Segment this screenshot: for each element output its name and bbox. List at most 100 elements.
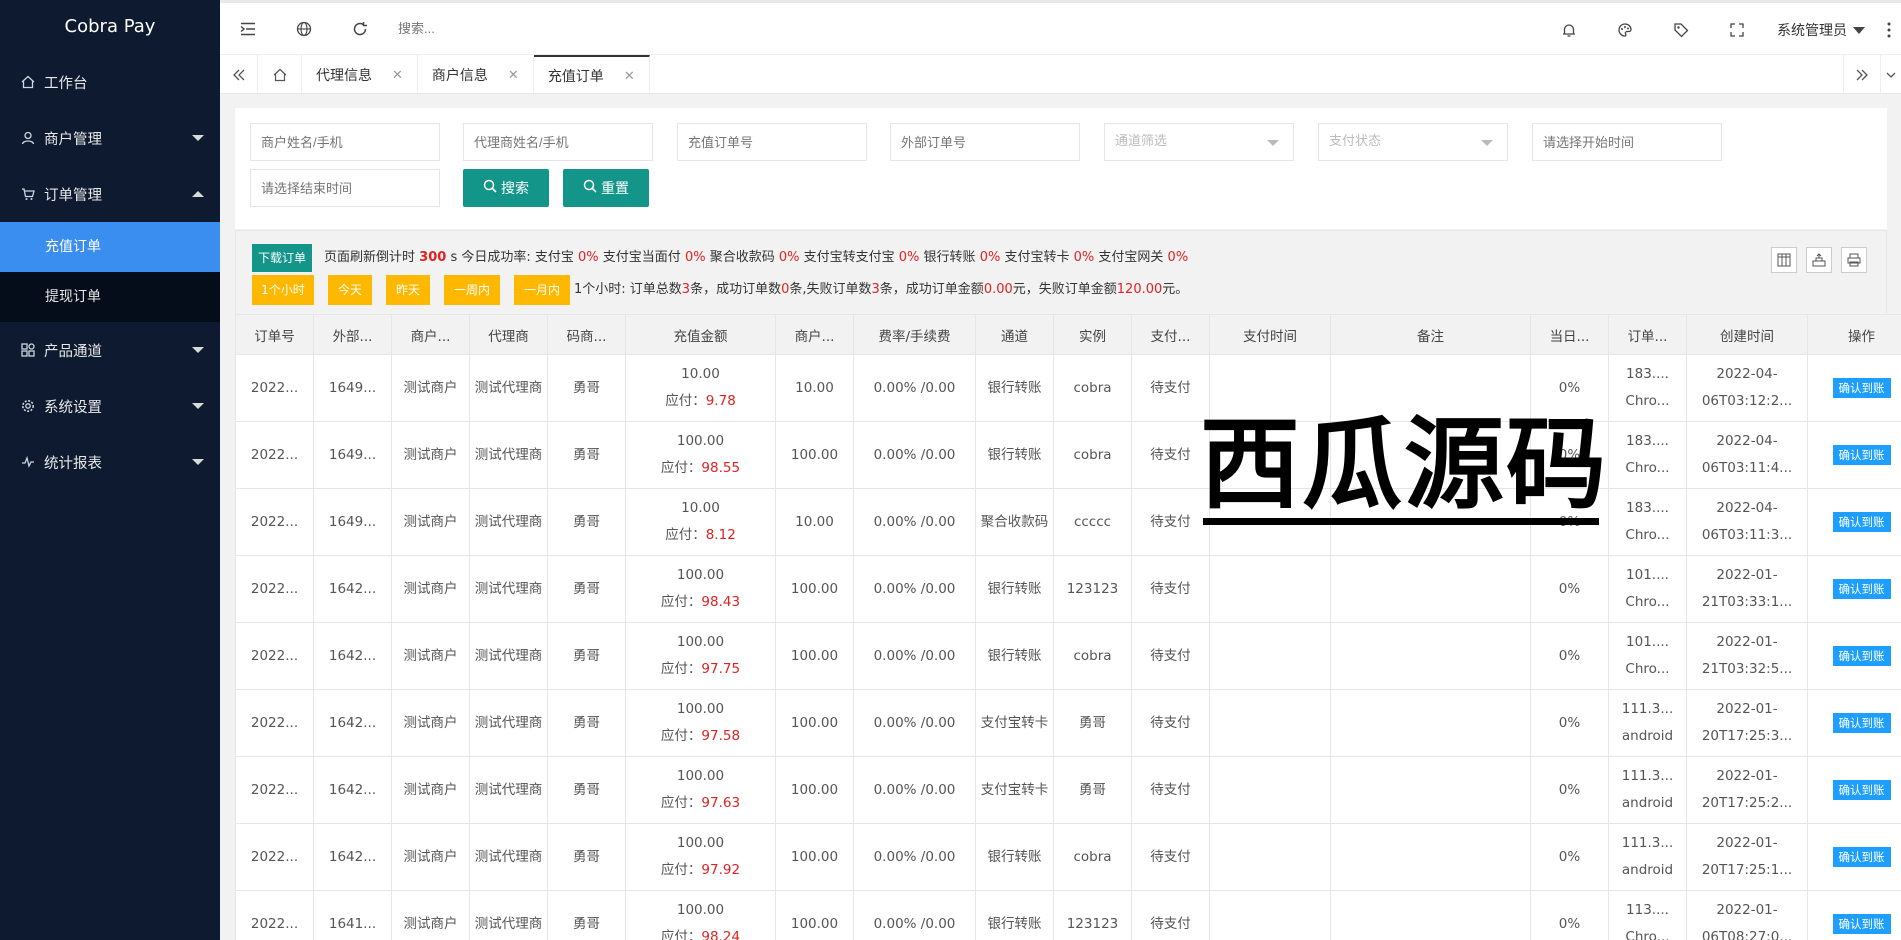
col-header[interactable]: 费率/手续费 bbox=[853, 314, 976, 355]
bell-icon[interactable] bbox=[1541, 3, 1597, 57]
search-button[interactable]: 搜索 bbox=[463, 169, 549, 207]
order-info-line: 101.... bbox=[1626, 634, 1669, 650]
col-header[interactable]: 通道 bbox=[975, 314, 1054, 355]
confirm-received-button[interactable]: 确认到账 bbox=[1832, 846, 1891, 867]
created-time-cell: 2022-01- 21T03:32:5... bbox=[1686, 622, 1808, 690]
more-vertical-icon[interactable] bbox=[1877, 3, 1901, 57]
confirm-received-button[interactable]: 确认到账 bbox=[1832, 444, 1891, 465]
col-header[interactable]: 支付时间 bbox=[1209, 314, 1331, 355]
pay-status-select[interactable]: 支付状态 bbox=[1318, 123, 1508, 161]
table-row[interactable]: 2022... 1649... 测试商户 测试代理商 勇哥 10.00 应付：8.12 10.… bbox=[235, 488, 1901, 556]
confirm-received-button[interactable]: 确认到账 bbox=[1832, 578, 1891, 599]
tabs-dropdown-icon[interactable] bbox=[1881, 55, 1901, 95]
quick-yesterday-button[interactable]: 昨天 bbox=[386, 275, 430, 305]
table-row[interactable]: 2022... 1642... 测试商户 测试代理商 勇哥 100.00 应付：97.63 1… bbox=[235, 756, 1901, 824]
quick-month-button[interactable]: 一月内 bbox=[514, 275, 570, 305]
sidebar-item-reports[interactable]: 统计报表 bbox=[0, 434, 220, 490]
col-header[interactable]: 备注 bbox=[1330, 314, 1531, 355]
col-header[interactable]: 外部... bbox=[313, 314, 392, 355]
fullscreen-icon[interactable] bbox=[1709, 3, 1765, 57]
close-icon[interactable]: ✕ bbox=[392, 68, 403, 83]
col-header[interactable]: 创建时间 bbox=[1686, 314, 1808, 355]
col-header[interactable]: 当日... bbox=[1530, 314, 1609, 355]
table-row[interactable]: 2022... 1642... 测试商户 测试代理商 勇哥 100.00 应付：98.43 1… bbox=[235, 555, 1901, 623]
sidebar-subitem-withdraw-orders[interactable]: 提现订单 bbox=[0, 272, 220, 322]
confirm-received-button[interactable]: 确认到账 bbox=[1832, 712, 1891, 733]
order-info-line: Chro... bbox=[1625, 929, 1670, 940]
reset-button[interactable]: 重置 bbox=[563, 169, 649, 207]
end-time-input[interactable] bbox=[250, 169, 440, 207]
agent-cell: 测试代理商 bbox=[469, 689, 548, 757]
sidebar-item-settings[interactable]: 系统设置 bbox=[0, 378, 220, 434]
print-icon[interactable] bbox=[1841, 247, 1867, 273]
order-no-input[interactable] bbox=[677, 123, 867, 161]
search-input[interactable] bbox=[398, 21, 698, 36]
external-order-input[interactable] bbox=[890, 123, 1080, 161]
table-row[interactable]: 2022... 1642... 测试商户 测试代理商 勇哥 100.00 应付：97.58 1… bbox=[235, 689, 1901, 757]
payable-amount: 97.58 bbox=[701, 728, 741, 744]
col-header[interactable]: 实例 bbox=[1053, 314, 1132, 355]
action-cell: 确认到账 bbox=[1807, 622, 1901, 690]
table-row[interactable]: 2022... 1649... 测试商户 测试代理商 勇哥 100.00 应付：98.55 1… bbox=[235, 421, 1901, 489]
sidebar: Cobra Pay 工作台 商户管理 订单管理 充值订单 提现订单 产品通道 系… bbox=[0, 0, 220, 940]
refresh-icon[interactable] bbox=[332, 2, 388, 56]
sidebar-item-orders[interactable]: 订单管理 bbox=[0, 166, 220, 222]
tabs-scroll-left-icon[interactable] bbox=[220, 55, 258, 95]
tab-agent-info[interactable]: 代理信息 ✕ bbox=[302, 55, 418, 95]
confirm-received-button[interactable]: 确认到账 bbox=[1832, 511, 1891, 532]
columns-filter-icon[interactable] bbox=[1771, 247, 1797, 273]
pay-time-cell bbox=[1209, 555, 1331, 623]
quick-week-button[interactable]: 一周内 bbox=[444, 275, 500, 305]
channel-select[interactable]: 通道筛选 bbox=[1104, 123, 1294, 161]
amount-cell: 100.00 应付：97.92 bbox=[625, 823, 776, 891]
created-time-line: 06T08:27:0... bbox=[1701, 929, 1793, 940]
col-header[interactable]: 订单号 bbox=[235, 314, 314, 355]
close-icon[interactable]: ✕ bbox=[624, 69, 635, 84]
admin-menu[interactable]: 系统管理员 bbox=[1765, 20, 1877, 40]
agent-filter-input[interactable] bbox=[463, 123, 653, 161]
col-header[interactable]: 订单... bbox=[1608, 314, 1687, 355]
col-header[interactable]: 操作 bbox=[1807, 314, 1901, 355]
col-header[interactable]: 支付... bbox=[1131, 314, 1210, 355]
menu-toggle-icon[interactable] bbox=[220, 2, 276, 56]
quick-1hour-button[interactable]: 1个小时 bbox=[252, 275, 314, 305]
instance-cell: cobra bbox=[1053, 622, 1132, 690]
tab-home-icon[interactable] bbox=[258, 55, 302, 95]
confirm-received-button[interactable]: 确认到账 bbox=[1832, 779, 1891, 800]
globe-icon[interactable] bbox=[276, 2, 332, 56]
col-header[interactable]: 代理商 bbox=[469, 314, 548, 355]
palette-icon[interactable] bbox=[1597, 3, 1653, 57]
sidebar-item-merchant[interactable]: 商户管理 bbox=[0, 110, 220, 166]
table-row[interactable]: 2022... 1642... 测试商户 测试代理商 勇哥 100.00 应付：97.75 1… bbox=[235, 622, 1901, 690]
order-info-line: 183.... bbox=[1626, 433, 1669, 449]
tab-recharge-orders[interactable]: 充值订单 ✕ bbox=[533, 55, 650, 95]
created-time-line: 2022-01- bbox=[1716, 768, 1778, 784]
tab-merchant-info[interactable]: 商户信息 ✕ bbox=[418, 55, 534, 95]
instance-cell: 123123 bbox=[1053, 890, 1132, 940]
created-time-line: 20T17:25:2... bbox=[1701, 795, 1793, 811]
export-icon[interactable] bbox=[1806, 247, 1832, 273]
col-header[interactable]: 商户... bbox=[391, 314, 470, 355]
close-icon[interactable]: ✕ bbox=[508, 68, 519, 83]
sidebar-item-workbench[interactable]: 工作台 bbox=[0, 54, 220, 110]
download-orders-button[interactable]: 下载订单 bbox=[252, 244, 313, 272]
payable-amount: 98.24 bbox=[701, 929, 741, 940]
coder-cell: 勇哥 bbox=[547, 756, 626, 824]
merchant-filter-input[interactable] bbox=[250, 123, 440, 161]
merch-amount-cell: 10.00 bbox=[775, 488, 854, 556]
sidebar-item-channels[interactable]: 产品通道 bbox=[0, 322, 220, 378]
table-row[interactable]: 2022... 1641... 测试商户 测试代理商 勇哥 100.00 应付：98.24 1… bbox=[235, 890, 1901, 940]
col-header[interactable]: 充值金额 bbox=[625, 314, 776, 355]
sidebar-subitem-recharge-orders[interactable]: 充值订单 bbox=[0, 222, 220, 272]
confirm-received-button[interactable]: 确认到账 bbox=[1832, 645, 1891, 666]
col-header[interactable]: 商户... bbox=[775, 314, 854, 355]
table-row[interactable]: 2022... 1642... 测试商户 测试代理商 勇哥 100.00 应付：97.92 1… bbox=[235, 823, 1901, 891]
confirm-received-button[interactable]: 确认到账 bbox=[1832, 377, 1891, 398]
col-header[interactable]: 码商... bbox=[547, 314, 626, 355]
confirm-received-button[interactable]: 确认到账 bbox=[1832, 913, 1891, 934]
start-time-input[interactable] bbox=[1532, 123, 1722, 161]
quick-today-button[interactable]: 今天 bbox=[328, 275, 372, 305]
table-row[interactable]: 2022... 1649... 测试商户 测试代理商 勇哥 10.00 应付：9.78 10.… bbox=[235, 354, 1901, 422]
tag-icon[interactable] bbox=[1653, 3, 1709, 57]
tabs-scroll-right-icon[interactable] bbox=[1843, 55, 1881, 95]
